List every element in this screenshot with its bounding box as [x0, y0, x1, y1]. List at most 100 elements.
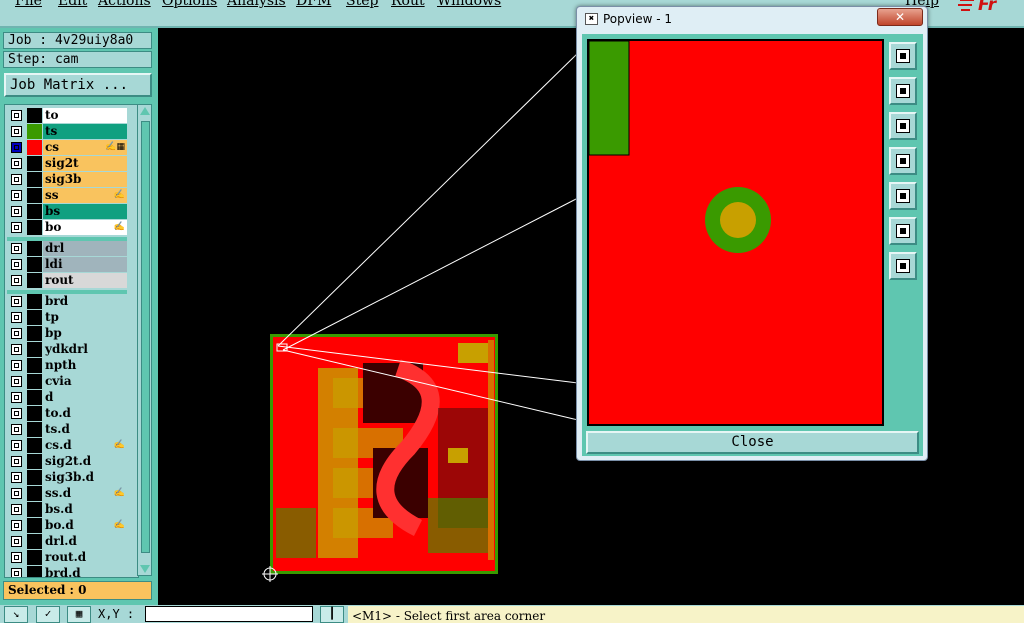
layer-name[interactable]: ss ✍ [43, 188, 127, 203]
layer-color-swatch[interactable] [27, 406, 42, 421]
layer-checkbox[interactable] [11, 158, 22, 169]
select-tool-icon[interactable]: ↘ [4, 606, 28, 623]
layer-row[interactable]: cs ✍▦ [7, 140, 127, 155]
layer-checkbox[interactable] [11, 392, 22, 403]
layer-color-swatch[interactable] [27, 310, 42, 325]
layer-color-swatch[interactable] [27, 374, 42, 389]
zoom-in-icon[interactable] [889, 217, 917, 245]
layer-row[interactable]: bs [7, 204, 127, 219]
layer-color-swatch[interactable] [27, 550, 42, 565]
layer-name[interactable]: drl.d [43, 534, 127, 549]
layer-checkbox[interactable] [11, 376, 22, 387]
layer-name[interactable]: bo ✍ [43, 220, 127, 235]
layer-name[interactable]: ts.d [43, 422, 127, 437]
layer-color-swatch[interactable] [27, 172, 42, 187]
layer-color-swatch[interactable] [27, 124, 42, 139]
layer-row[interactable]: rout [7, 273, 127, 288]
layer-color-swatch[interactable] [27, 156, 42, 171]
menu-windows[interactable]: Windows [437, 0, 501, 9]
layer-row[interactable]: ts.d [7, 422, 127, 437]
layer-color-swatch[interactable] [27, 486, 42, 501]
layer-color-swatch[interactable] [27, 438, 42, 453]
layer-checkbox[interactable] [11, 312, 22, 323]
zoom-fit-icon[interactable] [889, 42, 917, 70]
menu-actions[interactable]: Actions [98, 0, 151, 9]
layer-checkbox[interactable] [11, 552, 22, 563]
layer-name[interactable]: rout.d [43, 550, 127, 565]
menu-step[interactable]: Step [346, 0, 378, 9]
layer-row[interactable]: ss ✍ [7, 188, 127, 203]
layer-name[interactable]: sig2t.d [43, 454, 127, 469]
layer-color-swatch[interactable] [27, 502, 42, 517]
menu-dfm[interactable]: DFM [296, 0, 331, 9]
pan-right-icon[interactable] [889, 182, 917, 210]
layer-color-swatch[interactable] [27, 518, 42, 533]
layer-color-swatch[interactable] [27, 188, 42, 203]
layer-name[interactable]: ss.d ✍ [43, 486, 127, 501]
pan-down-icon[interactable] [889, 112, 917, 140]
layer-name[interactable]: bs [43, 204, 127, 219]
layer-name[interactable]: d [43, 390, 127, 405]
layer-checkbox[interactable] [11, 472, 22, 483]
layer-color-swatch[interactable] [27, 257, 42, 272]
layer-name[interactable]: brd.d [43, 566, 127, 577]
layer-row[interactable]: bp [7, 326, 127, 341]
layer-name[interactable]: tp [43, 310, 127, 325]
layer-row[interactable]: tp [7, 310, 127, 325]
layer-checkbox[interactable] [11, 296, 22, 307]
layer-color-swatch[interactable] [27, 422, 42, 437]
layer-color-swatch[interactable] [27, 108, 42, 123]
layer-name[interactable]: bo.d ✍ [43, 518, 127, 533]
layer-checkbox[interactable] [11, 174, 22, 185]
zoom-out-icon[interactable] [889, 252, 917, 280]
scroll-up-icon[interactable] [140, 107, 150, 115]
layer-row[interactable]: brd [7, 294, 127, 309]
job-matrix-button[interactable]: Job Matrix ... [4, 73, 152, 97]
layer-name[interactable]: to [43, 108, 127, 123]
pan-left-icon[interactable] [889, 147, 917, 175]
check-tool-icon[interactable]: ✓ [36, 606, 60, 623]
layer-row[interactable]: sig2t.d [7, 454, 127, 469]
layer-name[interactable]: bp [43, 326, 127, 341]
layer-name[interactable]: brd [43, 294, 127, 309]
layer-name[interactable]: sig3b.d [43, 470, 127, 485]
layer-checkbox[interactable] [11, 222, 22, 233]
layer-row[interactable]: bo.d ✍ [7, 518, 127, 533]
layer-checkbox[interactable] [11, 536, 22, 547]
menu-edit[interactable]: Edit [58, 0, 87, 9]
layer-list-scrollbar[interactable] [137, 104, 152, 576]
menu-analysis[interactable]: Analysis [227, 0, 286, 9]
layer-checkbox[interactable] [11, 424, 22, 435]
layer-checkbox[interactable] [11, 520, 22, 531]
layer-row[interactable]: sig3b [7, 172, 127, 187]
layer-checkbox[interactable] [11, 190, 22, 201]
layer-checkbox[interactable] [11, 488, 22, 499]
layer-row[interactable]: bo ✍ [7, 220, 127, 235]
layer-checkbox[interactable] [11, 328, 22, 339]
layer-color-swatch[interactable] [27, 273, 42, 288]
window-close-button[interactable]: ✕ [877, 8, 923, 26]
scroll-down-icon[interactable] [140, 565, 150, 573]
layer-row[interactable]: ydkdrl [7, 342, 127, 357]
layer-name[interactable]: drl [43, 241, 127, 256]
grid-tool-icon[interactable]: ▦ [67, 606, 91, 623]
layer-name[interactable]: ydkdrl [43, 342, 127, 357]
layer-name[interactable]: to.d [43, 406, 127, 421]
layer-color-swatch[interactable] [27, 342, 42, 357]
layer-row[interactable]: sig2t [7, 156, 127, 171]
layer-color-swatch[interactable] [27, 204, 42, 219]
layer-color-swatch[interactable] [27, 390, 42, 405]
layer-color-swatch[interactable] [27, 220, 42, 235]
menu-rout[interactable]: Rout [391, 0, 425, 9]
pan-up-icon[interactable] [889, 77, 917, 105]
layer-name[interactable]: cs ✍▦ [43, 140, 127, 155]
layer-checkbox[interactable] [11, 142, 22, 153]
layer-checkbox[interactable] [11, 110, 22, 121]
layer-name[interactable]: bs.d [43, 502, 127, 517]
layer-checkbox[interactable] [11, 360, 22, 371]
menu-options[interactable]: Options [162, 0, 217, 9]
layer-checkbox[interactable] [11, 259, 22, 270]
layer-color-swatch[interactable] [27, 358, 42, 373]
layer-color-swatch[interactable] [27, 470, 42, 485]
layer-row[interactable]: npth [7, 358, 127, 373]
